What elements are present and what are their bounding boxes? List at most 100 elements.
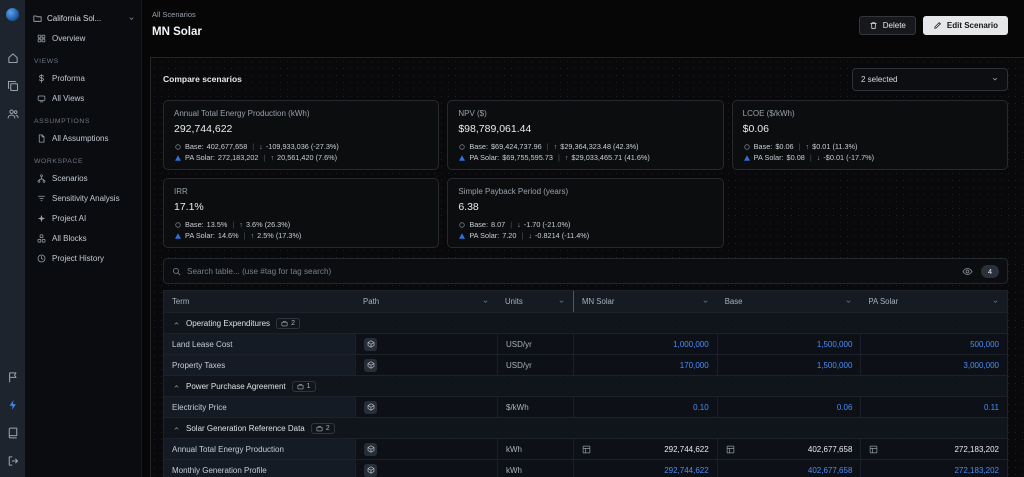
sort-chevron-icon[interactable] [558,298,565,305]
metric-card-npv: NPV ($) $98,789,061.44 Base: $69,424,737… [447,100,724,170]
sidebar-item-label: All Views [52,93,85,103]
delta-arrow-icon: ↑ [250,231,255,240]
pa-solar-value[interactable]: 272,183,202 [860,439,1007,459]
term-cell: Monthly Generation Profile [164,460,355,477]
table-row-electricity-price[interactable]: Electricity Price $/kWh 0.10 0.06 0.11 [164,396,1007,417]
group-count: 2 [325,424,330,432]
base-value[interactable]: 1,500,000 [716,334,861,354]
pa-solar-value[interactable]: 3,000,000 [860,355,1007,375]
sidebar-item-project-history[interactable]: Project History [33,248,135,268]
block-link-icon[interactable] [364,358,377,372]
sidebar-item-all-views[interactable]: All Views [33,88,135,108]
pa-solar-marker-icon [174,154,182,162]
base-stat-row: Base: 402,677,658 ↓ -109,933,036 (-27.3%… [174,141,428,152]
sidebar-item-project-ai[interactable]: Project AI [33,208,135,228]
base-marker-icon [743,143,751,151]
table-row-property-taxes[interactable]: Property Taxes USD/yr 170,000 1,500,000 … [164,354,1007,375]
sidebar-item-all-blocks[interactable]: All Blocks [33,228,135,248]
empty-grid-cell [732,178,1008,248]
table-row-land-lease-cost[interactable]: Land Lease Cost USD/yr 1,000,000 1,500,0… [164,333,1007,354]
block-link-icon[interactable] [364,337,377,351]
app-logo[interactable] [6,8,19,21]
sidebar-item-sensitivity-analysis[interactable]: Sensitivity Analysis [33,188,135,208]
mn-solar-value[interactable]: 292,744,622 [573,460,717,477]
feedback-flag-icon[interactable] [7,371,19,383]
block-link-icon[interactable] [364,400,377,414]
logout-icon[interactable] [7,455,19,467]
mn-solar-value[interactable]: 1,000,000 [573,334,717,354]
group-row-solar-generation-reference-data[interactable]: Solar Generation Reference Data 2 [164,417,1007,438]
project-name: California Sol... [47,13,102,23]
sidebar-item-overview[interactable]: Overview [33,28,135,48]
pa-solar-value[interactable]: 272,183,202 [860,460,1007,477]
edit-scenario-button[interactable]: Edit Scenario [922,16,1008,35]
folder-icon [33,14,42,23]
delete-button[interactable]: Delete [858,16,916,35]
table-row-annual-total-energy-production[interactable]: Annual Total Energy Production kWh 292,7… [164,438,1007,459]
home-icon[interactable] [7,52,19,64]
base-stat-row: Base: 13.5% ↑ 3.6% (26.3%) [174,219,428,230]
sidebar-item-all-assumptions[interactable]: All Assumptions [33,128,135,148]
block-link-icon[interactable] [364,442,377,456]
chevron-down-icon [128,15,135,22]
metric-value: 6.38 [458,201,479,213]
sort-chevron-icon[interactable] [702,298,709,305]
column-header-base[interactable]: Base [717,291,861,312]
table-row-monthly-generation-profile[interactable]: Monthly Generation Profile kWh 292,744,6… [164,459,1007,477]
breadcrumb[interactable]: All Scenarios [152,10,202,19]
project-selector[interactable]: California Sol... [33,8,135,28]
sort-chevron-icon[interactable] [992,298,999,305]
group-row-operating-expenditures[interactable]: Operating Expenditures 2 [164,312,1007,333]
path-cell [355,355,497,375]
visible-columns-badge: 4 [980,264,999,278]
pa-solar-marker-icon [174,232,182,240]
units-cell: kWh [497,439,573,459]
mn-solar-value[interactable]: 0.10 [573,397,717,417]
column-header-mn-solar[interactable]: MN Solar [573,291,717,312]
base-value[interactable]: 0.06 [716,397,861,417]
mn-solar-value[interactable]: 170,000 [573,355,717,375]
team-icon[interactable] [7,108,19,120]
pa-solar-value[interactable]: 500,000 [860,334,1007,354]
metric-card-payback: Simple Payback Period (years) 6.38 Base:… [447,178,724,248]
pa-solar-value[interactable]: 0.11 [860,397,1007,417]
scenario-select-dropdown[interactable]: 2 selected [852,67,1008,91]
scenario-label: PA Solar: [753,153,784,162]
data-sheet-icon [726,445,735,454]
chevron-up-icon [173,425,180,432]
column-visibility-button[interactable] [962,266,973,277]
base-value[interactable]: 402,677,658 [716,439,861,459]
sidebar-item-scenarios[interactable]: Scenarios [33,168,135,188]
separator [261,152,267,163]
mn-solar-value[interactable]: 292,744,622 [573,439,717,459]
sidebar-item-proforma[interactable]: Proforma [33,68,135,88]
pencil-icon [933,21,942,30]
base-marker-icon [174,221,182,229]
content-panel: Compare scenarios 2 selected Annual Tota… [150,57,1024,477]
base-value[interactable]: 402,677,658 [716,460,861,477]
zap-icon[interactable] [7,399,19,411]
scenario-value: 7.20 [502,231,517,240]
delta-arrow-icon: ↓ [517,220,521,229]
pa-solar-stat-row: PA Solar: 272,183,202 ↑ 20,561,420 (7.6%… [174,152,428,163]
block-link-icon[interactable] [364,463,377,477]
scenario-label: PA Solar: [185,153,215,162]
scenario-value: 8.07 [491,220,506,229]
column-header-pa-solar[interactable]: PA Solar [860,291,1007,312]
delta-arrow-icon: ↓ [259,142,263,151]
search-input[interactable] [187,266,952,276]
column-header-units[interactable]: Units [497,291,573,312]
sort-chevron-icon[interactable] [845,298,852,305]
group-row-power-purchase-agreement[interactable]: Power Purchase Agreement 1 [164,375,1007,396]
sidebar-item-label: Proforma [52,73,85,83]
docs-book-icon[interactable] [7,427,19,439]
scenario-value: $69,755,595.73 [502,153,553,162]
group-count: 1 [306,382,311,390]
column-header-path[interactable]: Path [355,291,497,312]
delta-value: $29,364,323.48 (42.3%) [560,142,639,151]
base-value[interactable]: 1,500,000 [716,355,861,375]
sort-chevron-icon[interactable] [482,298,489,305]
projects-icon[interactable] [7,80,19,92]
group-count-badge: 1 [291,380,316,392]
metric-card-lcoe: LCOE ($/kWh) $0.06 Base: $0.06 ↑ $0.01 (… [731,100,1008,170]
